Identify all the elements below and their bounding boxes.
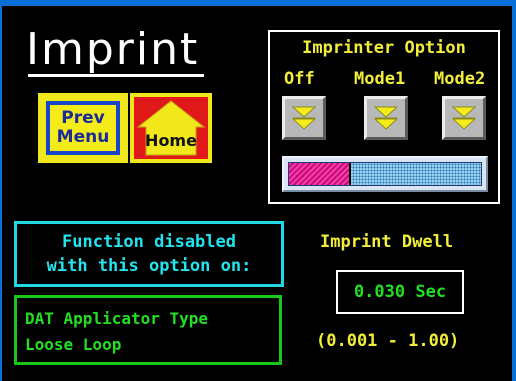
option-label-off: Off: [284, 69, 315, 89]
page-title: Imprint: [26, 24, 200, 75]
window-frame-top: [0, 0, 516, 6]
home-label: Home: [145, 131, 197, 150]
prev-menu-button[interactable]: Prev Menu: [38, 93, 128, 163]
title-underline: [28, 74, 204, 77]
home-button[interactable]: Home: [130, 93, 212, 163]
select-mode2-button[interactable]: [442, 96, 486, 140]
window-frame-left: [0, 0, 2, 381]
imprinter-option-panel: Imprinter Option Off Mode1 Mode2: [268, 30, 500, 204]
imprinter-option-slider[interactable]: [282, 156, 488, 192]
imprint-dwell-input[interactable]: 0.030 Sec: [336, 270, 464, 314]
slider-track: [288, 162, 482, 186]
home-button-face: Home: [134, 97, 208, 159]
disabled-notice-line2: with this option on:: [46, 256, 252, 276]
double-chevron-down-icon: [373, 106, 399, 130]
disabled-notice-box: Function disabled with this option on:: [14, 221, 284, 287]
prev-menu-face: Prev Menu: [46, 101, 120, 155]
slider-fill-indicator: [289, 163, 351, 185]
imprinter-option-title: Imprinter Option: [302, 38, 466, 58]
disabled-functions-box: DAT Applicator Type Loose Loop: [14, 295, 282, 365]
imprint-dwell-range: (0.001 - 1.00): [316, 331, 460, 351]
page-title-block: Imprint: [26, 24, 204, 77]
disabled-function-item: Loose Loop: [25, 335, 122, 354]
window-frame-right: [512, 0, 516, 381]
double-chevron-down-icon: [451, 106, 477, 130]
select-mode1-button[interactable]: [364, 96, 408, 140]
prev-menu-label-line1: Prev: [61, 108, 105, 128]
double-chevron-down-icon: [291, 106, 317, 130]
disabled-function-item: DAT Applicator Type: [25, 309, 209, 328]
option-label-mode1: Mode1: [354, 69, 406, 89]
prev-menu-label-line2: Menu: [56, 127, 110, 147]
disabled-notice-line1: Function disabled: [62, 232, 236, 252]
select-off-button[interactable]: [282, 96, 326, 140]
option-label-mode2: Mode2: [434, 69, 486, 89]
imprint-dwell-label: Imprint Dwell: [320, 232, 454, 252]
